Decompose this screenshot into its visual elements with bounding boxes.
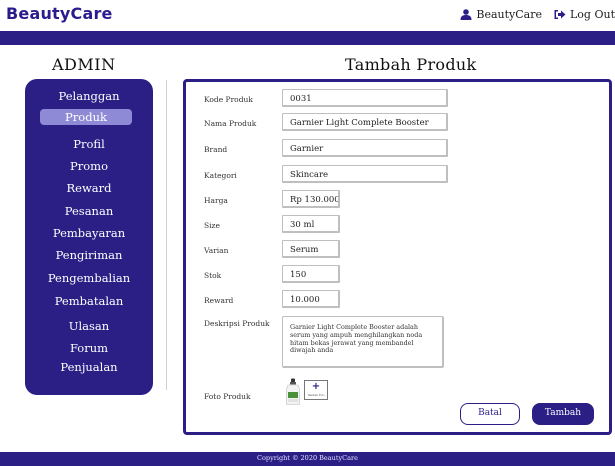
stok-label: Stok [204, 271, 222, 280]
kategori-label: Kategori [204, 171, 237, 180]
varian-label: Varian [204, 246, 229, 255]
logout-icon [554, 10, 566, 19]
sidebar-item-produk[interactable]: Produk [40, 109, 132, 125]
footer: Copyright © 2020 BeautyCare [0, 452, 615, 466]
reward-input[interactable]: 10.000 [282, 290, 340, 308]
brand-input[interactable]: Garnier [282, 139, 448, 157]
user-label: BeautyCare [476, 8, 542, 21]
nama-produk-input[interactable]: Garnier Light Complete Booster [282, 113, 448, 131]
sidebar: Pelanggan Produk Profil Promo Reward Pes… [25, 79, 153, 395]
product-form [183, 79, 612, 435]
user-menu[interactable]: BeautyCare [460, 8, 542, 21]
header-band [0, 31, 615, 45]
logout-label: Log Out [570, 8, 615, 21]
cancel-button[interactable]: Batal [460, 403, 520, 425]
upload-photo-button[interactable]: + Tambah Foto [304, 380, 328, 400]
sidebar-item-penjualan[interactable]: Penjualan [25, 360, 153, 374]
sidebar-item-ulasan[interactable]: Ulasan [25, 319, 153, 333]
deskripsi-label: Deskripsi Produk [204, 319, 270, 328]
varian-input[interactable]: Serum [282, 240, 340, 258]
brand-logo[interactable]: BeautyCare [6, 4, 113, 23]
kategori-input[interactable]: Skincare [282, 165, 448, 183]
kode-produk-input[interactable]: 0031 [282, 89, 448, 107]
copyright-text: Copyright © 2020 BeautyCare [257, 454, 358, 462]
sidebar-item-promo[interactable]: Promo [25, 159, 153, 173]
logout-link[interactable]: Log Out [554, 8, 615, 21]
stok-input[interactable]: 150 [282, 265, 340, 283]
divider [166, 80, 167, 390]
harga-label: Harga [204, 196, 228, 205]
reward-label: Reward [204, 296, 234, 305]
sidebar-item-profil[interactable]: Profil [25, 137, 153, 151]
plus-icon: + [311, 381, 321, 392]
harga-input[interactable]: Rp 130.000 [282, 190, 340, 208]
sidebar-item-pembatalan[interactable]: Pembatalan [25, 294, 153, 308]
user-icon [460, 9, 472, 20]
brand-label: Brand [204, 145, 228, 154]
size-input[interactable]: 30 ml [282, 215, 340, 233]
sidebar-item-pelanggan[interactable]: Pelanggan [25, 89, 153, 103]
sidebar-item-reward[interactable]: Reward [25, 181, 153, 195]
product-photo-thumbnail [286, 378, 300, 405]
sidebar-item-pesanan[interactable]: Pesanan [25, 204, 153, 218]
kode-produk-label: Kode Produk [204, 95, 253, 104]
page-title: Tambah Produk [345, 55, 477, 74]
sidebar-item-forum[interactable]: Forum [25, 341, 153, 355]
deskripsi-textarea[interactable]: Garnier Light Complete Booster adalah se… [282, 316, 444, 368]
foto-produk-label: Foto Produk [204, 392, 251, 401]
sidebar-item-pembayaran[interactable]: Pembayaran [25, 226, 153, 240]
submit-button[interactable]: Tambah [532, 403, 594, 425]
top-nav: BeautyCare Log Out [460, 8, 615, 21]
upload-caption: Tambah Foto [307, 394, 325, 397]
top-bar: BeautyCare BeautyCare Log Out [0, 0, 615, 30]
size-label: Size [204, 221, 220, 230]
sidebar-item-pengiriman[interactable]: Pengiriman [25, 248, 153, 262]
admin-title: ADMIN [52, 55, 116, 74]
sidebar-item-pengembalian[interactable]: Pengembalian [25, 271, 153, 285]
nama-produk-label: Nama Produk [204, 119, 257, 128]
